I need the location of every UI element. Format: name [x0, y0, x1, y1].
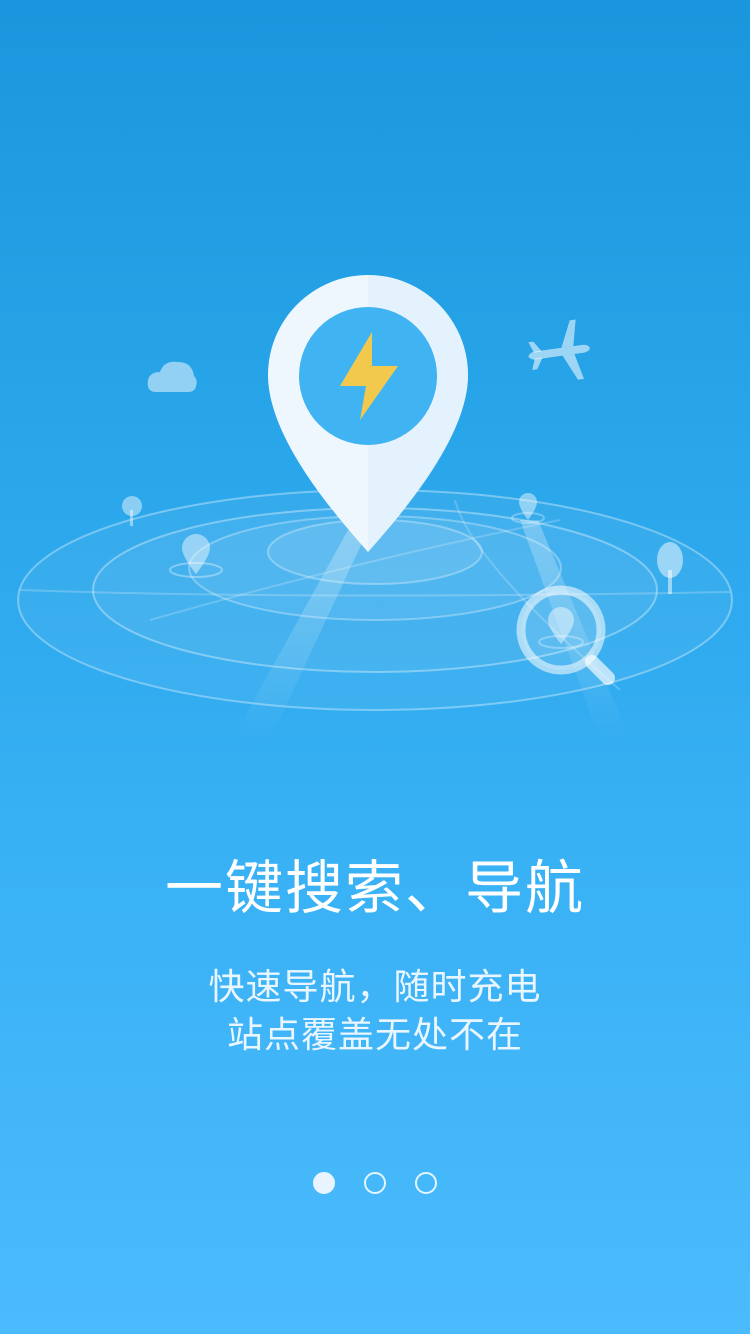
- onboarding-illustration: [17, 275, 733, 740]
- airplane-icon: [528, 319, 590, 380]
- page-indicator-dot-1[interactable]: [313, 1172, 335, 1194]
- magnifier-icon: [516, 585, 615, 685]
- page-indicator-dot-3[interactable]: [415, 1172, 437, 1194]
- onboarding-screen[interactable]: 一键搜索、导航 快速导航，随时充电 站点覆盖无处不在: [0, 0, 750, 1334]
- page-subtitle: 快速导航，随时充电 站点覆盖无处不在: [0, 964, 750, 1060]
- cloud-icon: [147, 361, 197, 392]
- subtitle-line: 站点覆盖无处不在: [226, 1015, 523, 1056]
- page-indicator: [0, 1172, 750, 1198]
- subtitle-line: 快速导航，随时充电: [208, 967, 542, 1008]
- page-title: 一键搜索、导航: [164, 854, 585, 922]
- page-indicator-dot-2[interactable]: [364, 1172, 386, 1194]
